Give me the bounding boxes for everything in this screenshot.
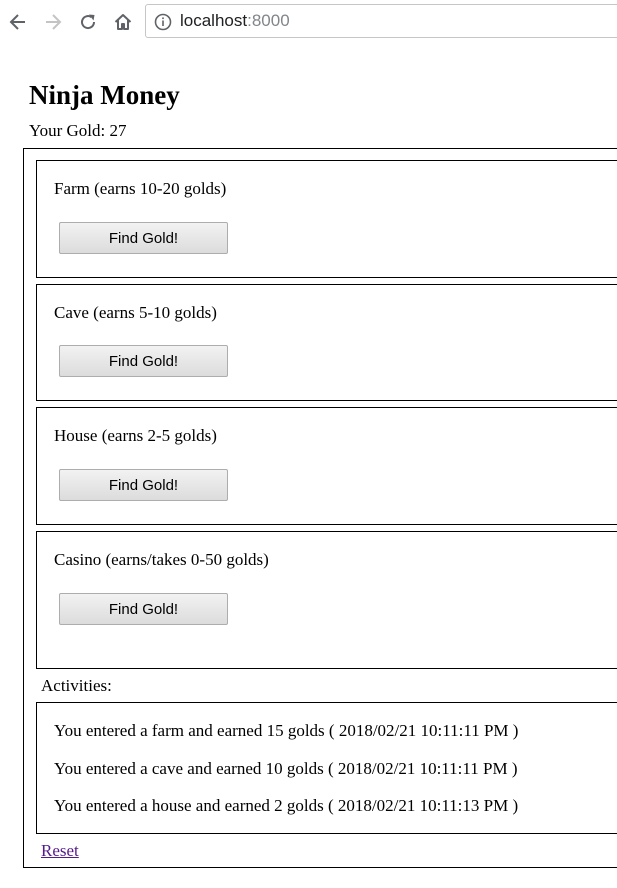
cave-panel: Cave (earns 5-10 golds) Find Gold! bbox=[36, 284, 617, 401]
url-port: :8000 bbox=[247, 11, 290, 30]
url-text: localhost:8000 bbox=[180, 11, 290, 31]
farm-label: Farm (earns 10-20 golds) bbox=[54, 179, 227, 198]
house-find-gold-button[interactable]: Find Gold! bbox=[59, 469, 228, 501]
forward-button[interactable] bbox=[38, 7, 68, 37]
reset-link[interactable]: Reset bbox=[41, 841, 79, 861]
house-label: House (earns 2-5 golds) bbox=[54, 426, 217, 445]
casino-label: Casino (earns/takes 0-50 golds) bbox=[54, 550, 269, 569]
home-icon bbox=[114, 14, 132, 30]
info-icon[interactable] bbox=[154, 13, 172, 31]
activity-entry: You entered a cave and earned 10 golds (… bbox=[54, 759, 518, 778]
casino-panel: Casino (earns/takes 0-50 golds) Find Gol… bbox=[36, 531, 617, 669]
activities-log: You entered a farm and earned 15 golds (… bbox=[36, 702, 617, 834]
activities-label: Activities: bbox=[41, 676, 112, 695]
reload-button[interactable] bbox=[73, 7, 103, 37]
back-button[interactable] bbox=[3, 7, 33, 37]
back-icon bbox=[9, 14, 25, 30]
farm-panel: Farm (earns 10-20 golds) Find Gold! bbox=[36, 160, 617, 278]
activity-entry: You entered a house and earned 2 golds (… bbox=[54, 796, 519, 815]
browser-toolbar: localhost:8000 bbox=[0, 0, 617, 44]
farm-find-gold-button[interactable]: Find Gold! bbox=[59, 222, 228, 254]
activity-entry: You entered a farm and earned 15 golds (… bbox=[54, 721, 519, 740]
gold-display: Your Gold: 27 bbox=[29, 121, 127, 140]
cave-find-gold-button[interactable]: Find Gold! bbox=[59, 345, 228, 377]
casino-find-gold-button[interactable]: Find Gold! bbox=[59, 593, 228, 625]
reload-icon bbox=[81, 14, 96, 30]
forward-icon bbox=[46, 14, 62, 30]
address-bar[interactable]: localhost:8000 bbox=[145, 4, 617, 38]
house-panel: House (earns 2-5 golds) Find Gold! bbox=[36, 407, 617, 525]
home-button[interactable] bbox=[108, 7, 138, 37]
url-host: localhost bbox=[180, 11, 248, 30]
page-title: Ninja Money bbox=[29, 80, 180, 110]
cave-label: Cave (earns 5-10 golds) bbox=[54, 303, 217, 322]
